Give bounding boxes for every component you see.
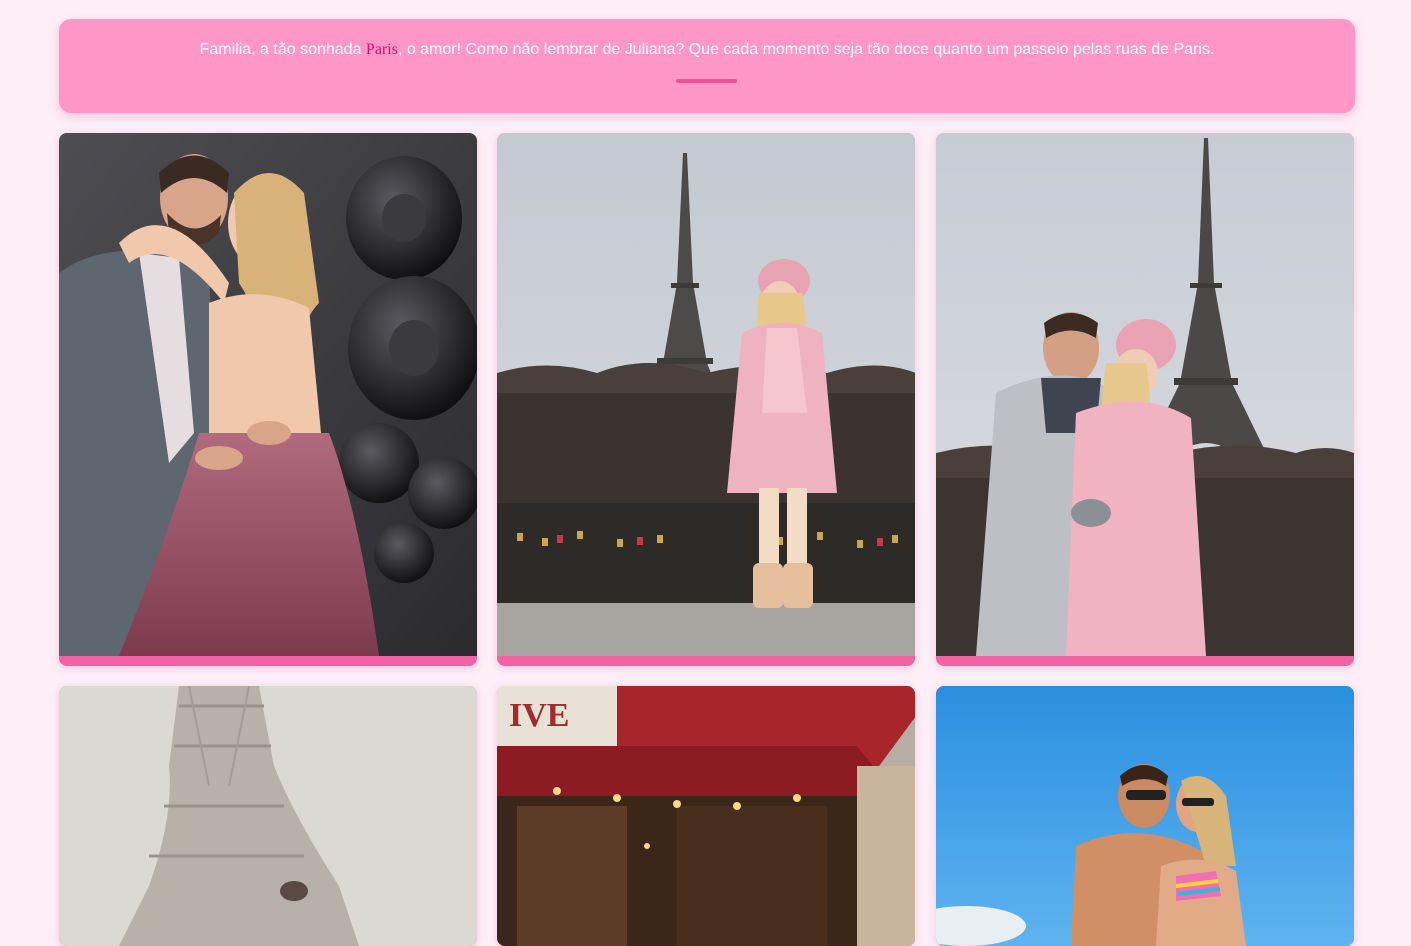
photo-couple-embrace	[59, 133, 477, 656]
photo-card-6[interactable]	[936, 686, 1354, 946]
photo-card-3[interactable]	[936, 133, 1354, 666]
banner-text-before: Familia, a tão sonhada	[199, 41, 366, 58]
photo-card-1[interactable]	[59, 133, 477, 666]
banner-divider	[676, 79, 737, 83]
svg-text:IVE: IVE	[509, 697, 569, 734]
banner-highlight-paris: Paris	[365, 41, 398, 58]
banner-text-after: , o amor! Como não lembrar de Juliana? Q…	[397, 41, 1215, 58]
photo-eiffel-closeup	[59, 686, 477, 946]
photo-beach-couple	[936, 686, 1354, 946]
photo-paris-cafe: IVE	[497, 686, 915, 946]
photo-couple-eiffel	[936, 133, 1354, 656]
photo-woman-eiffel	[497, 133, 915, 656]
photo-card-4[interactable]	[59, 686, 477, 946]
message-banner: Familia, a tão sonhada Paris, o amor! Co…	[59, 19, 1355, 113]
banner-message: Familia, a tão sonhada Paris, o amor! Co…	[59, 41, 1355, 59]
photo-card-5[interactable]: IVE	[497, 686, 915, 946]
photo-card-2[interactable]	[497, 133, 915, 666]
